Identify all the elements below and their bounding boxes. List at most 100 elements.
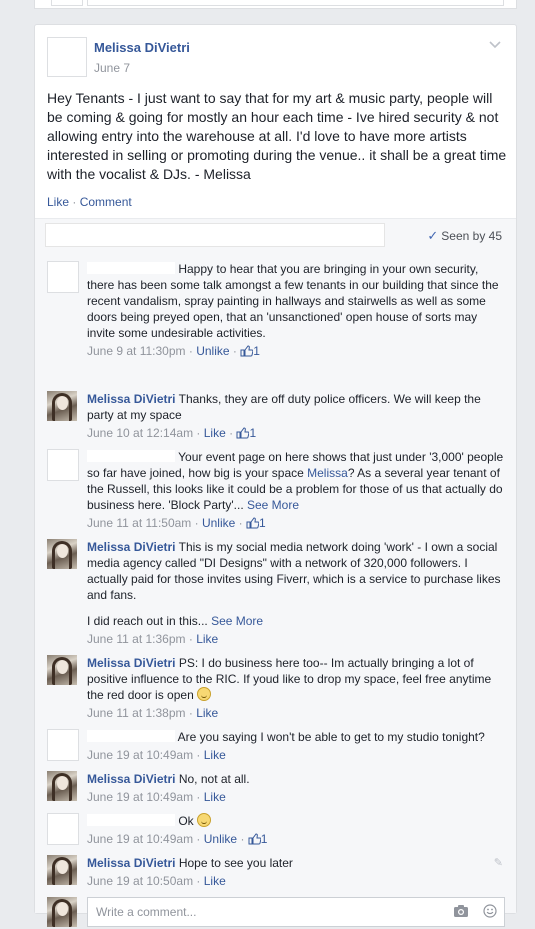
like-count[interactable]: 1 bbox=[236, 426, 256, 440]
comment-text: Ok bbox=[178, 814, 194, 828]
unlike-link[interactable]: Unlike bbox=[196, 344, 229, 358]
comment-time[interactable]: June 19 at 10:49am bbox=[87, 748, 193, 762]
seen-by-indicator[interactable]: ✓ Seen by 45 bbox=[427, 228, 502, 244]
comment-body: Ok June 19 at 10:49am · Unlike · 1 bbox=[87, 813, 507, 847]
comment-input-placeholder: Write a comment... bbox=[96, 905, 197, 919]
comment-body: Melissa DiVietri This is my social media… bbox=[87, 539, 507, 647]
like-link[interactable]: Like bbox=[204, 874, 226, 888]
like-link[interactable]: Like bbox=[196, 632, 218, 646]
comment-input[interactable]: Write a comment... bbox=[87, 897, 505, 927]
post-card: Melissa DiVietri June 7 Hey Tenants - I … bbox=[34, 24, 517, 927]
comment-meta: June 11 at 1:38pm · Like bbox=[87, 706, 219, 720]
unlike-link[interactable]: Unlike bbox=[204, 832, 237, 846]
commenter-name-redacted bbox=[87, 814, 175, 826]
author-name-link[interactable]: Melissa DiVietri bbox=[94, 40, 190, 55]
post-body: Hey Tenants - I just want to say that fo… bbox=[47, 90, 507, 182]
commenter-name-link[interactable]: Melissa DiVietri bbox=[87, 540, 176, 554]
commenter-name-link[interactable]: Melissa DiVietri bbox=[87, 856, 176, 870]
comment-meta: June 10 at 12:14am · Like · 1 bbox=[87, 426, 257, 440]
comment-body: Your event page on here shows that just … bbox=[87, 449, 507, 531]
comment-meta: June 19 at 10:49am · Unlike · 1 bbox=[87, 832, 268, 846]
commenter-name-redacted bbox=[87, 262, 175, 274]
seen-bar: ✓ Seen by 45 bbox=[35, 218, 516, 252]
commenter-avatar[interactable] bbox=[47, 855, 77, 885]
comment-meta: June 11 at 1:36pm · Like bbox=[87, 632, 219, 646]
thumbs-up-icon bbox=[246, 517, 259, 529]
smiley-icon bbox=[197, 687, 212, 701]
comment-time[interactable]: June 9 at 11:30pm bbox=[87, 344, 186, 358]
comment-meta: June 19 at 10:49am · Like bbox=[87, 790, 226, 804]
like-count[interactable]: 1 bbox=[240, 344, 260, 358]
like-link[interactable]: Like bbox=[47, 195, 69, 209]
comment-time[interactable]: June 19 at 10:49am bbox=[87, 832, 193, 846]
pencil-icon[interactable]: ✎ bbox=[494, 855, 503, 871]
chevron-down-icon[interactable] bbox=[488, 39, 502, 49]
commenter-avatar[interactable] bbox=[47, 261, 79, 293]
see-more-link[interactable]: See More bbox=[247, 498, 299, 512]
emoji-icon[interactable] bbox=[483, 904, 497, 918]
comment-body: Happy to hear that you are bringing in y… bbox=[87, 261, 507, 359]
commenter-avatar[interactable] bbox=[47, 449, 79, 481]
commenter-avatar[interactable] bbox=[47, 539, 77, 569]
commenter-name-link[interactable]: Melissa DiVietri bbox=[87, 656, 176, 670]
commenter-avatar[interactable] bbox=[47, 655, 77, 685]
post-actions: Like · Comment bbox=[47, 195, 132, 209]
commenter-name-link[interactable]: Melissa DiVietri bbox=[87, 392, 176, 406]
likes-summary-box bbox=[45, 223, 385, 247]
thumbs-up-icon bbox=[240, 345, 254, 357]
comment-body: Melissa DiVietri Hope to see you later J… bbox=[87, 855, 507, 889]
previous-post-bottom bbox=[34, 0, 517, 9]
seen-by-label: Seen by 45 bbox=[441, 229, 502, 243]
post-header: Melissa DiVietri June 7 bbox=[47, 37, 504, 81]
commenter-avatar[interactable] bbox=[47, 391, 77, 421]
comment-body: Melissa DiVietri No, not at all. June 19… bbox=[87, 771, 507, 805]
post-timestamp[interactable]: June 7 bbox=[94, 61, 130, 75]
author-avatar[interactable] bbox=[47, 37, 87, 77]
see-more-link[interactable]: See More bbox=[211, 614, 263, 628]
comment-text: No, not at all. bbox=[178, 772, 250, 786]
comment-body: Melissa DiVietri PS: I do business here … bbox=[87, 655, 507, 721]
separator-dot: · bbox=[69, 195, 80, 209]
like-link[interactable]: Like bbox=[204, 790, 226, 804]
like-count-value: 1 bbox=[259, 516, 266, 530]
comment-time[interactable]: June 10 at 12:14am bbox=[87, 426, 193, 440]
check-icon: ✓ bbox=[427, 228, 439, 243]
comment-meta: June 19 at 10:50am · Like bbox=[87, 874, 226, 888]
like-link[interactable]: Like bbox=[196, 706, 218, 720]
commenter-name-link[interactable]: Melissa DiVietri bbox=[87, 772, 176, 786]
comment-time[interactable]: June 11 at 1:38pm bbox=[87, 706, 186, 720]
like-count-value: 1 bbox=[253, 344, 260, 358]
unlike-link[interactable]: Unlike bbox=[202, 516, 235, 530]
comment-time[interactable]: June 11 at 11:50am bbox=[87, 516, 191, 530]
current-user-avatar bbox=[47, 897, 77, 927]
comment-composer: Write a comment... bbox=[47, 897, 507, 929]
comment-text-continued: I did reach out in this... bbox=[87, 614, 212, 628]
comment-meta: June 9 at 11:30pm · Unlike · 1 bbox=[87, 344, 260, 358]
comment-time[interactable]: June 19 at 10:49am bbox=[87, 790, 193, 804]
like-count-value: 1 bbox=[260, 832, 268, 846]
like-count[interactable]: 1 bbox=[248, 832, 268, 846]
comment-text: Are you saying I won't be able to get to… bbox=[177, 730, 485, 744]
comment-body: Are you saying I won't be able to get to… bbox=[87, 729, 507, 763]
mention-link[interactable]: Melissa bbox=[307, 466, 348, 480]
commenter-name-redacted bbox=[87, 730, 175, 742]
commenter-avatar[interactable] bbox=[47, 729, 79, 761]
avatar-placeholder bbox=[51, 0, 83, 6]
comment-text: Hope to see you later bbox=[178, 856, 293, 870]
comment-body: Melissa DiVietri Thanks, they are off du… bbox=[87, 391, 507, 441]
commenter-avatar[interactable] bbox=[47, 813, 79, 845]
comment-meta: June 11 at 11:50am · Unlike · 1 bbox=[87, 516, 266, 530]
commenter-avatar[interactable] bbox=[47, 771, 77, 801]
comment-time[interactable]: June 19 at 10:50am bbox=[87, 874, 193, 888]
thumbs-up-icon bbox=[236, 427, 250, 439]
comment-link[interactable]: Comment bbox=[80, 195, 132, 209]
camera-icon[interactable] bbox=[453, 904, 469, 918]
comments-section: Happy to hear that you are bringing in y… bbox=[35, 251, 516, 927]
like-link[interactable]: Like bbox=[204, 426, 226, 440]
comment-time[interactable]: June 11 at 1:36pm bbox=[87, 632, 186, 646]
like-count[interactable]: 1 bbox=[246, 516, 266, 530]
commenter-name-redacted bbox=[87, 450, 175, 462]
comment-input-stub[interactable] bbox=[87, 0, 504, 6]
like-link[interactable]: Like bbox=[204, 748, 226, 762]
smiley-icon bbox=[197, 813, 212, 827]
